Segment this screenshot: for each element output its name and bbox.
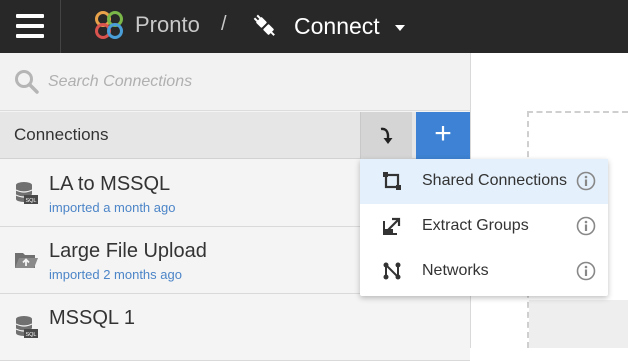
add-connection-button[interactable]: + <box>416 112 470 159</box>
shared-connections-icon <box>383 172 401 190</box>
menu-item-shared-connections[interactable]: Shared Connections <box>360 159 608 204</box>
search-bar <box>0 53 470 111</box>
sql-database-icon: SQL <box>15 182 38 204</box>
connection-name: MSSQL 1 <box>49 307 135 329</box>
sql-database-icon: SQL <box>15 316 38 338</box>
connection-subtitle: imported a month ago <box>49 200 176 215</box>
pronto-logo-icon[interactable] <box>94 10 124 40</box>
svg-text:SQL: SQL <box>25 332 36 338</box>
search-icon <box>15 70 39 94</box>
menu-button[interactable] <box>0 0 61 53</box>
connections-header-label: Connections <box>14 125 109 144</box>
list-item[interactable]: SQL MSSQL 1 <box>0 294 470 361</box>
folder-upload-icon <box>15 253 38 268</box>
menu-icon-bar <box>16 14 44 18</box>
top-bar: Pronto / Connect <box>0 0 628 53</box>
section-title[interactable]: Connect <box>294 13 380 40</box>
connections-header: Connections + <box>0 112 470 159</box>
info-icon[interactable] <box>576 261 596 281</box>
connection-subtitle: imported 2 months ago <box>49 267 182 282</box>
menu-icon-bar <box>16 24 44 28</box>
networks-icon <box>383 262 401 280</box>
menu-icon-bar <box>16 34 44 38</box>
info-icon[interactable] <box>576 216 596 236</box>
menu-item-label: Networks <box>422 262 489 279</box>
app-name[interactable]: Pronto <box>135 12 200 38</box>
connection-name: Large File Upload <box>49 240 207 262</box>
menu-item-extract-groups[interactable]: Extract Groups <box>360 204 608 249</box>
connect-plug-icon <box>253 14 275 36</box>
info-icon[interactable] <box>576 171 596 191</box>
placeholder-block <box>529 300 628 348</box>
breadcrumb-separator: / <box>221 13 227 35</box>
arrow-turn-down-icon <box>380 127 393 144</box>
connections-dropdown-menu: Shared Connections Extract Groups Networ <box>360 159 608 296</box>
menu-item-label: Extract Groups <box>422 217 529 234</box>
extract-groups-icon <box>383 217 401 235</box>
connection-name: LA to MSSQL <box>49 173 171 195</box>
menu-item-networks[interactable]: Networks <box>360 249 608 294</box>
search-input[interactable] <box>48 68 448 96</box>
svg-text:SQL: SQL <box>25 198 36 204</box>
menu-item-label: Shared Connections <box>422 172 567 189</box>
chevron-down-icon[interactable] <box>395 25 405 31</box>
sort-button[interactable] <box>360 112 412 159</box>
